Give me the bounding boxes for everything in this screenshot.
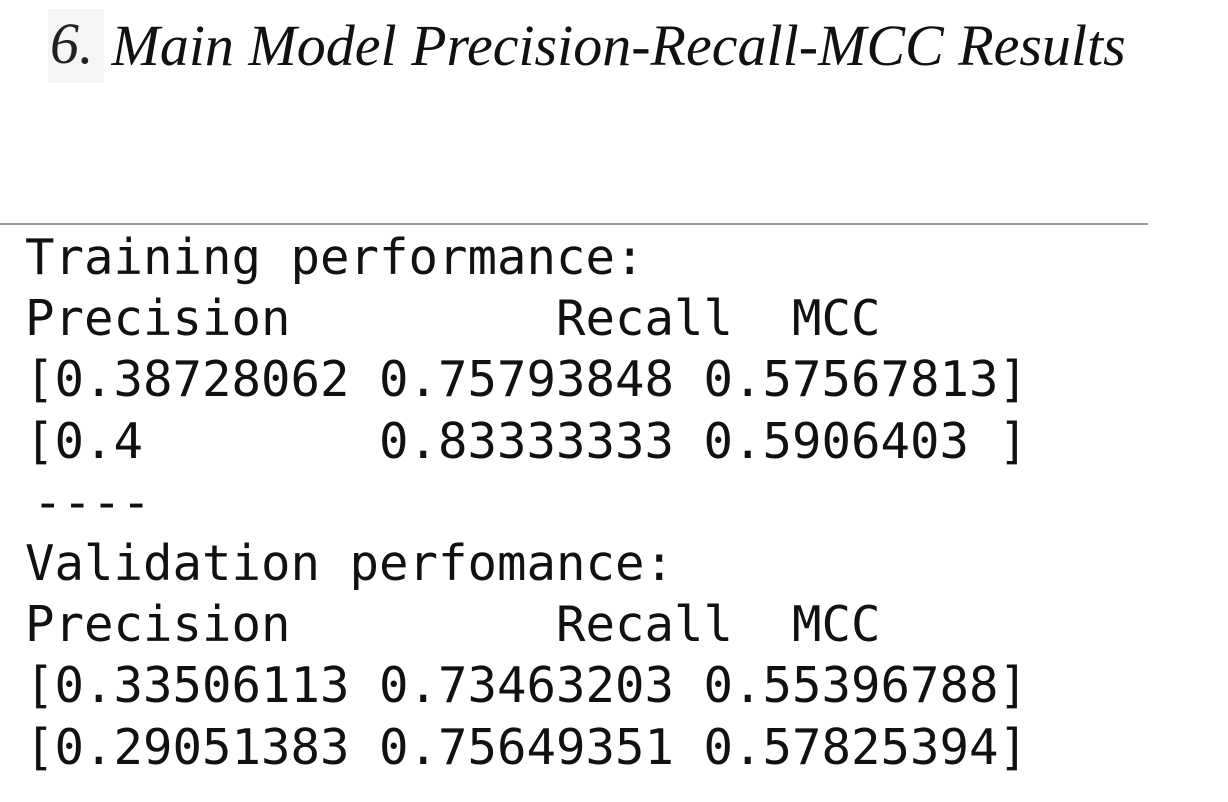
horizontal-divider <box>0 223 1148 225</box>
validation-result-row-2: [0.29051383 0.75649351 0.57825394] <box>25 718 1029 776</box>
section-heading: 6. Main Model Precision-Recall-MCC Resul… <box>48 8 1126 84</box>
validation-result-row-1: [0.33506113 0.73463203 0.55396788] <box>25 657 1029 715</box>
output-separator: ---- <box>33 473 152 531</box>
training-result-row-2: [0.4 0.83333333 0.5906403 ] <box>25 412 1029 470</box>
console-output: Training performance: Precision Recall MC… <box>25 227 1028 778</box>
section-number: 6. <box>48 9 104 83</box>
training-column-headers: Precision Recall MCC <box>25 290 881 348</box>
section-title: Main Model Precision-Recall-MCC Results <box>111 13 1126 78</box>
validation-column-headers: Precision Recall MCC <box>25 596 881 654</box>
validation-performance-heading: Validation perfomance: <box>25 534 675 592</box>
training-performance-heading: Training performance: <box>25 229 645 286</box>
training-result-row-1: [0.38728062 0.75793848 0.57567813] <box>25 351 1029 409</box>
